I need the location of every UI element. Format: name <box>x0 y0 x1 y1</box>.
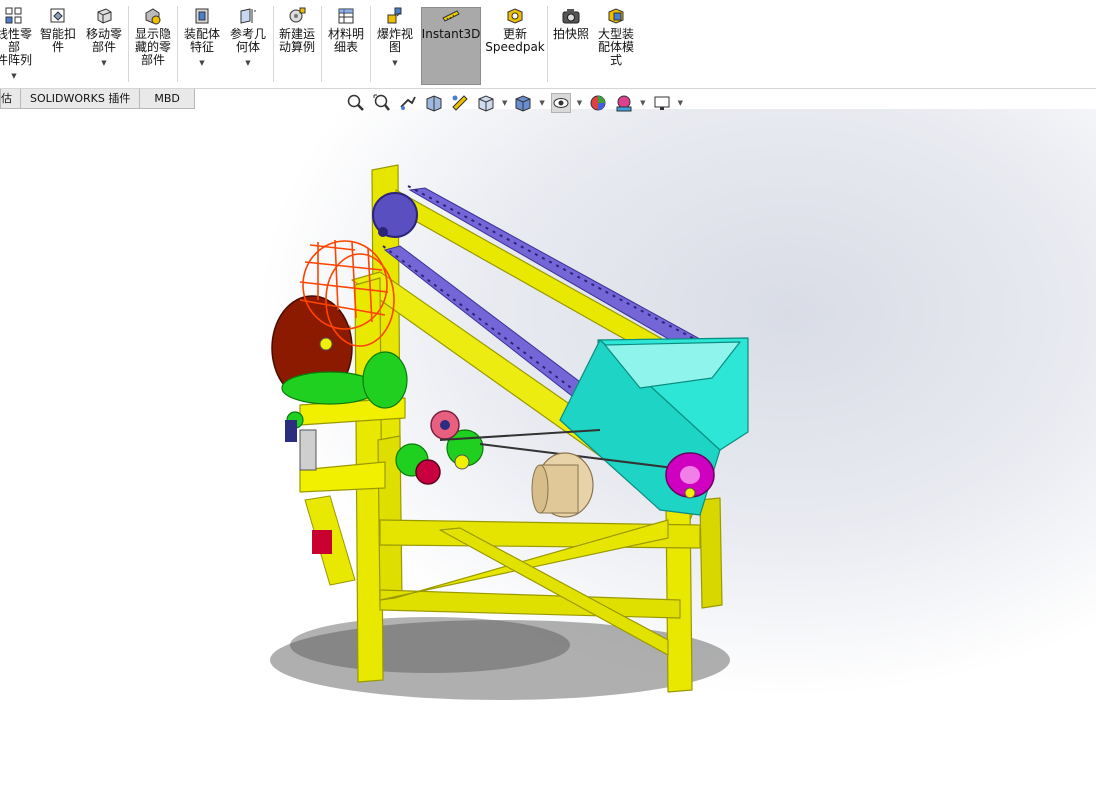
linear-component-pattern-button[interactable]: 线性零部 件阵列 ▼ <box>0 6 36 83</box>
apply-scene-icon[interactable] <box>614 93 634 113</box>
tab-mbd[interactable]: MBD <box>139 89 195 109</box>
new-motion-study-button[interactable]: 新建运 动算例 <box>275 6 319 54</box>
exploded-view-icon <box>385 6 405 26</box>
view-settings-icon[interactable] <box>652 93 672 113</box>
show-hidden-components-icon <box>143 6 163 26</box>
graphics-area[interactable] <box>0 109 1096 791</box>
exploded-view-button[interactable]: 爆炸视 图 ▼ <box>372 6 418 70</box>
red-pulley <box>415 459 441 485</box>
rear-right-leg <box>699 497 723 609</box>
large-assembly-mode-icon <box>606 6 626 26</box>
ribbon-separator <box>547 6 548 82</box>
command-manager-tabs: 估 SOLIDWORKS 插件 MBD <box>0 89 195 109</box>
edit-appearance-icon[interactable] <box>588 93 608 113</box>
new-motion-study-icon <box>287 6 307 26</box>
dropdown-arrow-icon[interactable]: ▼ <box>101 57 106 70</box>
reference-geometry-icon <box>238 6 258 26</box>
dropdown-arrow-icon[interactable]: ▼ <box>392 57 397 70</box>
chevron-down-icon[interactable]: ▼ <box>539 99 544 107</box>
ribbon-separator <box>273 6 274 82</box>
hide-show-items-icon[interactable] <box>550 93 571 113</box>
electric-motor <box>531 452 594 518</box>
update-speedpak-icon <box>505 6 525 26</box>
linear-pattern-icon <box>4 6 24 26</box>
take-snapshot-button[interactable]: 拍快照 <box>549 6 593 41</box>
zoom-to-area-icon[interactable] <box>372 93 392 113</box>
smart-fasteners-icon <box>48 6 68 26</box>
model-shadow-core <box>290 617 570 673</box>
chevron-down-icon[interactable]: ▼ <box>640 99 645 107</box>
bottom-rail <box>379 589 681 619</box>
ribbon-separator <box>128 6 129 82</box>
instant3d-button[interactable]: Instant3D <box>421 6 481 41</box>
bearing-block <box>285 420 297 442</box>
assembly-features-icon <box>192 6 212 26</box>
view-orientation-icon[interactable] <box>476 93 496 113</box>
show-hidden-components-button[interactable]: 显示隐 藏的零 部件 <box>131 6 175 67</box>
section-view-icon[interactable] <box>424 93 444 113</box>
reference-geometry-button[interactable]: 参考几 何体 ▼ <box>226 6 270 70</box>
chute-part <box>312 530 332 554</box>
dropdown-arrow-icon[interactable]: ▼ <box>11 70 16 83</box>
tab-solidworks-addins[interactable]: SOLIDWORKS 插件 <box>20 89 141 109</box>
instant3d-icon <box>441 6 461 26</box>
chevron-down-icon[interactable]: ▼ <box>678 99 683 107</box>
smart-fasteners-button[interactable]: 智能扣 件 <box>36 6 80 54</box>
assembly-features-button[interactable]: 装配体 特征 ▼ <box>180 6 224 70</box>
command-manager-ribbon: 线性零部 件阵列 ▼ 智能扣 件 移动零 部件 ▼ 显示隐 藏的零 部件 装配体… <box>0 0 1096 89</box>
move-component-button[interactable]: 移动零 部件 ▼ <box>82 6 126 70</box>
large-assembly-mode-button[interactable]: 大型装 配体模 式 <box>594 6 638 67</box>
assembly-model[interactable] <box>0 109 1096 791</box>
spring <box>299 429 317 471</box>
zoom-to-fit-icon[interactable] <box>346 93 366 113</box>
ribbon-separator <box>370 6 371 82</box>
tab-evaluate[interactable]: 估 <box>0 89 21 109</box>
ribbon-separator <box>177 6 178 82</box>
ribbon-separator <box>321 6 322 82</box>
chevron-down-icon[interactable]: ▼ <box>502 99 507 107</box>
green-bowl <box>362 351 408 409</box>
dropdown-arrow-icon[interactable]: ▼ <box>199 57 204 70</box>
dynamic-annotation-icon[interactable] <box>450 93 470 113</box>
previous-view-icon[interactable] <box>398 93 418 113</box>
chevron-down-icon[interactable]: ▼ <box>577 99 582 107</box>
dropdown-arrow-icon[interactable]: ▼ <box>245 57 250 70</box>
display-style-icon[interactable] <box>513 93 533 113</box>
bill-of-materials-icon <box>336 6 356 26</box>
take-snapshot-icon <box>561 6 581 26</box>
bill-of-materials-button[interactable]: 材料明 细表 <box>324 6 368 54</box>
update-speedpak-button[interactable]: 更新 Speedpak <box>485 6 545 54</box>
move-component-icon <box>94 6 114 26</box>
heads-up-view-toolbar: ▼ ▼ ▼ ▼ ▼ <box>346 92 689 114</box>
